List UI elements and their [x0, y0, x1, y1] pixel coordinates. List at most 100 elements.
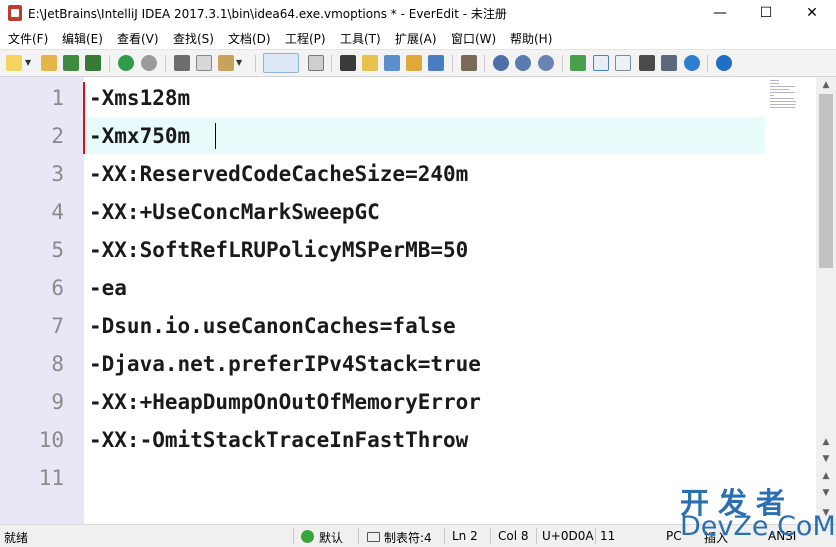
line-number: 8: [51, 352, 64, 376]
everedit-app-icon[interactable]: [8, 5, 22, 21]
code-line[interactable]: -Djava.net.preferIPv4Stack=true: [89, 352, 481, 376]
new-file-icon[interactable]: [6, 55, 22, 71]
copy-icon[interactable]: [196, 55, 212, 71]
undo-icon[interactable]: [118, 55, 134, 71]
status-line: Ln 2: [452, 529, 478, 543]
code-line[interactable]: -ea: [89, 276, 127, 300]
menu-file[interactable]: 文件(F): [8, 30, 48, 47]
status-file-size: 11: [600, 529, 616, 543]
code-line[interactable]: -XX:+HeapDumpOnOutOfMemoryError: [89, 390, 481, 414]
toolbar-separator: [255, 55, 256, 72]
toolbar-separator: [109, 55, 110, 72]
line-number: 6: [51, 276, 64, 300]
scrollbar-thumb[interactable]: [819, 94, 833, 268]
tab-width-icon: [367, 532, 380, 542]
code-line[interactable]: -XX:+UseConcMarkSweepGC: [89, 200, 380, 224]
code-line[interactable]: -XX:ReservedCodeCacheSize=240m: [89, 162, 468, 186]
tree-view-icon[interactable]: [570, 55, 586, 71]
scroll-down-arrow-icon[interactable]: ▼: [816, 451, 836, 468]
minimap[interactable]: [768, 78, 808, 118]
code-line[interactable]: -Dsun.io.useCanonCaches=false: [89, 314, 456, 338]
menu-extend[interactable]: 扩展(A): [395, 30, 437, 47]
close-button[interactable]: ✕: [789, 0, 835, 27]
line-number: 7: [51, 314, 64, 338]
help-icon[interactable]: [716, 55, 732, 71]
menu-search[interactable]: 查找(S): [173, 30, 214, 47]
code-line[interactable]: -XX:SoftRefLRUPolicyMSPerMB=50: [89, 238, 468, 262]
line-number-gutter[interactable]: 1 2 3 4 5 6 7 8 9 10 11: [0, 77, 84, 524]
find-in-files-icon[interactable]: [384, 55, 400, 71]
cut-icon[interactable]: [174, 55, 190, 71]
status-mode[interactable]: 默认: [319, 529, 343, 546]
menu-bar: 文件(F) 编辑(E) 查看(V) 查找(S) 文档(D) 工程(P) 工具(T…: [0, 27, 836, 49]
status-divider: [444, 528, 445, 544]
word-wrap-icon[interactable]: [263, 53, 299, 73]
status-column: Col 8: [498, 529, 529, 543]
status-char-code: U+0D0A: [542, 529, 594, 543]
browser-preview-icon[interactable]: [684, 55, 700, 71]
save-all-icon[interactable]: [85, 55, 101, 71]
title-bar: E:\JetBrains\IntelliJ IDEA 2017.3.1\bin\…: [0, 0, 836, 27]
menu-window[interactable]: 窗口(W): [451, 30, 496, 47]
watermark-en-text: DevZe.CoM: [680, 511, 836, 542]
status-tab-size[interactable]: 制表符:4: [384, 529, 432, 546]
text-caret: [215, 123, 216, 149]
vertical-scrollbar[interactable]: ▲ ▲ ▼ ▲ ▼ ▼: [816, 77, 836, 524]
toolbar-separator: [165, 55, 166, 72]
record-macro-icon[interactable]: [493, 55, 509, 71]
scroll-up-arrow-icon[interactable]: ▲: [816, 434, 836, 451]
editor-area[interactable]: 1 2 3 4 5 6 7 8 9 10 11 -Xms128m -Xmx750…: [0, 77, 816, 524]
line-number: 5: [51, 238, 64, 262]
find-icon[interactable]: [340, 55, 356, 71]
open-file-icon[interactable]: [41, 55, 57, 71]
menu-project[interactable]: 工程(P): [285, 30, 326, 47]
menu-view[interactable]: 查看(V): [117, 30, 159, 47]
replace-icon[interactable]: [362, 55, 378, 71]
window-title: E:\JetBrains\IntelliJ IDEA 2017.3.1\bin\…: [28, 7, 507, 21]
find-in-folder-icon[interactable]: [406, 55, 422, 71]
run-macro-icon[interactable]: [538, 55, 554, 71]
split-view-icon[interactable]: [615, 55, 631, 71]
code-line[interactable]: -XX:-OmitStackTraceInFastThrow: [89, 428, 468, 452]
encoding-status-icon: [301, 530, 314, 543]
status-divider: [358, 528, 359, 544]
scroll-up-arrow-icon[interactable]: ▲: [816, 77, 836, 94]
new-file-dropdown-icon[interactable]: ▼: [25, 55, 33, 71]
menu-help[interactable]: 帮助(H): [510, 30, 552, 47]
goto-line-icon[interactable]: [428, 55, 444, 71]
toolbar-separator: [452, 55, 453, 72]
paste-icon[interactable]: [218, 55, 234, 71]
line-number: 11: [38, 466, 64, 490]
bookmark-icon[interactable]: [461, 55, 477, 71]
paste-dropdown-icon[interactable]: ▼: [236, 55, 244, 71]
status-divider: [536, 528, 537, 544]
line-number: 9: [51, 390, 64, 414]
minimize-button[interactable]: —: [697, 0, 743, 27]
toolbar-separator: [331, 55, 332, 72]
toolbar: ▼ ▼: [0, 49, 836, 77]
redo-icon[interactable]: [141, 55, 157, 71]
maximize-button[interactable]: ☐: [743, 0, 789, 27]
code-line[interactable]: -Xmx750m: [89, 124, 190, 148]
toolbar-separator: [707, 55, 708, 72]
output-panel-icon[interactable]: [639, 55, 655, 71]
watermark-logo: 开发者 DevZe.CoM: [680, 480, 836, 542]
column-mode-icon[interactable]: [308, 55, 324, 71]
line-number: 1: [51, 86, 64, 110]
status-ready: 就绪: [4, 531, 29, 545]
code-line[interactable]: -Xms128m: [89, 86, 190, 110]
line-number: 10: [38, 428, 64, 452]
menu-document[interactable]: 文档(D): [228, 30, 271, 47]
sidebar-icon[interactable]: [593, 55, 609, 71]
save-icon[interactable]: [63, 55, 79, 71]
menu-edit[interactable]: 编辑(E): [62, 30, 103, 47]
line-number: 3: [51, 162, 64, 186]
status-divider: [595, 528, 596, 544]
toolbar-separator: [562, 55, 563, 72]
status-divider: [490, 528, 491, 544]
menu-tools[interactable]: 工具(T): [340, 30, 381, 47]
fullscreen-icon[interactable]: [661, 55, 677, 71]
toolbar-separator: [484, 55, 485, 72]
play-macro-icon[interactable]: [515, 55, 531, 71]
line-number: 2: [51, 124, 64, 148]
